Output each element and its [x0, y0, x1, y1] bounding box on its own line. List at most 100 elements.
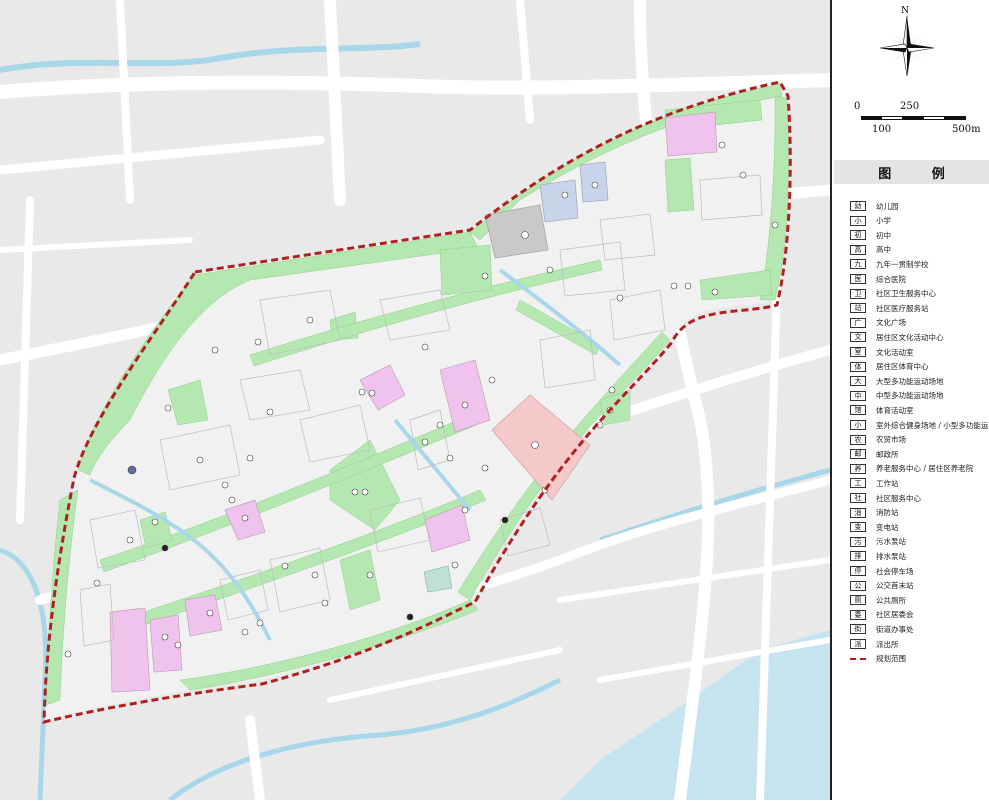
facility-marker — [93, 579, 101, 587]
facility-marker — [256, 619, 264, 627]
legend-label: 规划范围 — [876, 654, 906, 664]
legend-label: 公交首末站 — [876, 581, 914, 591]
facility-marker — [206, 609, 214, 617]
facility-marker — [718, 141, 726, 149]
legend-label: 居住区体育中心 — [876, 362, 929, 372]
legend-item: 停社会停车场 — [850, 565, 914, 577]
facility-marker — [241, 628, 249, 636]
legend-symbol-icon: 污 — [850, 536, 866, 547]
scale-label-100: 100 — [872, 124, 892, 135]
legend-symbol-icon: 变 — [850, 522, 866, 533]
facility-marker — [488, 376, 496, 384]
facility-marker — [161, 544, 169, 552]
legend-label: 大型多功能运动场地 — [876, 376, 944, 386]
facility-marker — [368, 389, 376, 397]
facility-marker — [126, 536, 134, 544]
facility-marker — [771, 221, 779, 229]
facility-marker — [436, 421, 444, 429]
facility-marker — [174, 641, 182, 649]
legend-symbol-icon: 幼 — [850, 201, 866, 211]
facility-marker — [421, 343, 429, 351]
facility-marker — [306, 316, 314, 324]
legend-label: 综合医院 — [876, 274, 906, 284]
legend-label: 排水泵站 — [876, 551, 906, 561]
legend-symbol-icon: 中 — [850, 390, 866, 401]
legend-item: 文居住区文化活动中心 — [850, 331, 944, 343]
legend-label: 体育活动室 — [876, 405, 914, 415]
legend-symbol-icon: 小 — [850, 420, 866, 430]
legend-label: 九年一贯制学校 — [876, 259, 929, 269]
legend-symbol-icon: 街 — [850, 624, 866, 635]
legend-symbol-icon: 厕 — [850, 595, 866, 606]
legend-label: 中型多功能运动场地 — [876, 391, 944, 401]
legend-title: 图 例 — [834, 160, 989, 184]
legend-item: 幼幼儿园 — [850, 200, 899, 212]
facility-marker — [739, 171, 747, 179]
school-block-sw1 — [109, 607, 151, 693]
legend-item: 高高中 — [850, 244, 891, 256]
facility-marker — [127, 465, 137, 475]
facility-marker — [266, 408, 274, 416]
facility-marker — [406, 613, 414, 621]
legend-item: 社社区服务中心 — [850, 492, 921, 504]
legend-symbol-icon: 站 — [850, 303, 866, 314]
legend-label: 文化广场 — [876, 318, 906, 328]
legend-symbol-icon: 体 — [850, 361, 866, 372]
legend-item: 广文化广场 — [850, 317, 906, 329]
legend-label: 社会停车场 — [876, 566, 914, 576]
legend-label: 室外综合健身场地 / 小型多功能运动场地 — [876, 420, 989, 430]
legend-item: 中中型多功能运动场地 — [850, 390, 944, 402]
legend-symbol-icon: 农 — [850, 434, 866, 445]
facility-marker — [211, 346, 219, 354]
facility-marker — [151, 518, 159, 526]
legend-item: 九九年一贯制学校 — [850, 258, 929, 270]
facility-marker — [366, 571, 374, 579]
legend-symbol-icon: 养 — [850, 463, 866, 474]
legend-symbol-icon: 高 — [850, 244, 866, 255]
legend-label: 社区卫生服务中心 — [876, 289, 936, 299]
legend-label: 社区居委会 — [876, 610, 914, 620]
facility-marker — [246, 454, 254, 462]
legend-item: 委社区居委会 — [850, 609, 914, 621]
legend-symbol-icon: 邮 — [850, 449, 866, 460]
blue-block-1 — [539, 179, 579, 223]
land-use-map[interactable] — [0, 0, 837, 804]
legend-item: 小小学 — [850, 215, 891, 227]
legend-item: 体居住区体育中心 — [850, 361, 929, 373]
facility-marker — [608, 386, 616, 394]
legend-label: 养老服务中心 / 居住区养老院 — [876, 464, 974, 474]
legend-item: 医综合医院 — [850, 273, 906, 285]
facility-marker — [164, 404, 172, 412]
legend-item: 大大型多功能运动场地 — [850, 375, 944, 387]
legend-item: 初初中 — [850, 229, 891, 241]
map-canvas — [0, 0, 837, 804]
legend-item: 派派出所 — [850, 638, 899, 650]
legend-symbol-icon: 文 — [850, 332, 866, 343]
legend-item: 规划范围 — [850, 653, 906, 665]
legend-symbol-icon: 初 — [850, 230, 866, 241]
legend-symbol-icon: 消 — [850, 507, 866, 518]
facility-marker — [161, 633, 169, 641]
legend-symbol-icon: 排 — [850, 551, 866, 562]
legend-item: 农农贸市场 — [850, 434, 906, 446]
legend-symbol-icon: 广 — [850, 317, 866, 328]
legend-label: 居住区文化活动中心 — [876, 332, 944, 342]
facility-marker — [281, 562, 289, 570]
facility-marker — [546, 266, 554, 274]
facility-marker — [684, 282, 692, 290]
legend-label: 社区服务中心 — [876, 493, 921, 503]
scale-label-500: 500m — [952, 124, 981, 135]
scale-label-0: 0 — [854, 101, 861, 112]
facility-marker — [446, 454, 454, 462]
legend-item: 邮邮政所 — [850, 448, 899, 460]
facility-marker — [351, 488, 359, 496]
legend-item: 公公交首末站 — [850, 580, 914, 592]
compass-north-label: N — [901, 6, 909, 16]
legend-item: 污污水泵站 — [850, 536, 906, 548]
legend-symbol-icon: 医 — [850, 274, 866, 284]
legend-label: 农贸市场 — [876, 435, 906, 445]
legend-item: 排排水泵站 — [850, 550, 906, 562]
legend-label: 社区医疗服务站 — [876, 303, 929, 313]
facility-marker — [311, 571, 319, 579]
facility-marker — [591, 181, 599, 189]
